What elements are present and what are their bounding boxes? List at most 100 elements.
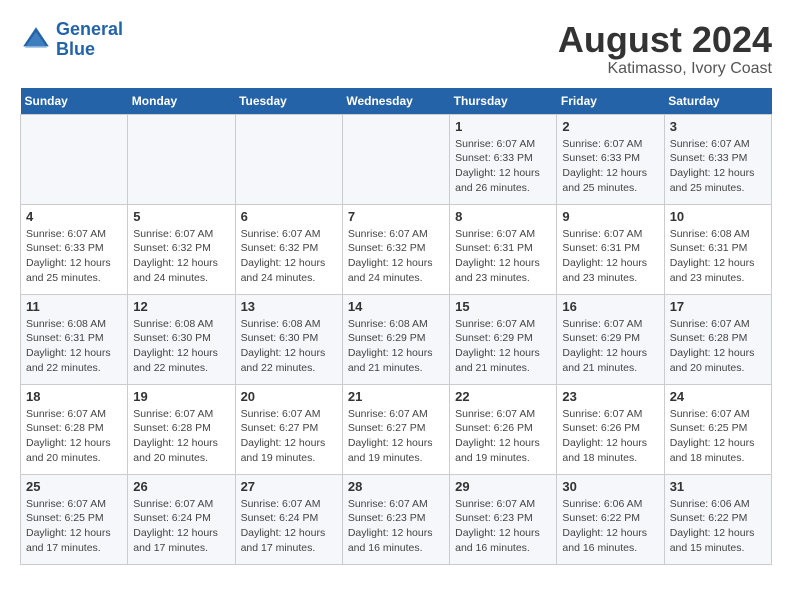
day-number: 13 [241, 299, 337, 314]
calendar-day-cell: 5 Sunrise: 6:07 AM Sunset: 6:32 PM Daylig… [128, 204, 235, 294]
day-info: Sunrise: 6:07 AM Sunset: 6:33 PM Dayligh… [26, 227, 122, 286]
title-area: August 2024 Katimasso, Ivory Coast [558, 20, 772, 78]
day-info: Sunrise: 6:07 AM Sunset: 6:23 PM Dayligh… [348, 497, 444, 556]
day-number: 29 [455, 479, 551, 494]
day-info: Sunrise: 6:07 AM Sunset: 6:25 PM Dayligh… [26, 497, 122, 556]
day-info: Sunrise: 6:07 AM Sunset: 6:24 PM Dayligh… [133, 497, 229, 556]
calendar-week-row: 4 Sunrise: 6:07 AM Sunset: 6:33 PM Daylig… [21, 204, 772, 294]
weekday-header: Tuesday [235, 88, 342, 115]
weekday-header: Monday [128, 88, 235, 115]
day-info: Sunrise: 6:07 AM Sunset: 6:25 PM Dayligh… [670, 407, 766, 466]
day-number: 23 [562, 389, 658, 404]
calendar-day-cell: 26 Sunrise: 6:07 AM Sunset: 6:24 PM Dayli… [128, 474, 235, 564]
day-info: Sunrise: 6:07 AM Sunset: 6:28 PM Dayligh… [26, 407, 122, 466]
calendar-day-cell [128, 114, 235, 204]
weekday-header: Thursday [450, 88, 557, 115]
calendar-day-cell: 7 Sunrise: 6:07 AM Sunset: 6:32 PM Daylig… [342, 204, 449, 294]
day-info: Sunrise: 6:07 AM Sunset: 6:29 PM Dayligh… [562, 317, 658, 376]
calendar-day-cell: 19 Sunrise: 6:07 AM Sunset: 6:28 PM Dayli… [128, 384, 235, 474]
calendar-day-cell: 15 Sunrise: 6:07 AM Sunset: 6:29 PM Dayli… [450, 294, 557, 384]
day-number: 20 [241, 389, 337, 404]
day-number: 15 [455, 299, 551, 314]
calendar-day-cell: 20 Sunrise: 6:07 AM Sunset: 6:27 PM Dayli… [235, 384, 342, 474]
day-info: Sunrise: 6:07 AM Sunset: 6:31 PM Dayligh… [455, 227, 551, 286]
day-info: Sunrise: 6:07 AM Sunset: 6:26 PM Dayligh… [455, 407, 551, 466]
day-info: Sunrise: 6:08 AM Sunset: 6:31 PM Dayligh… [26, 317, 122, 376]
day-info: Sunrise: 6:07 AM Sunset: 6:33 PM Dayligh… [670, 137, 766, 196]
day-info: Sunrise: 6:07 AM Sunset: 6:33 PM Dayligh… [455, 137, 551, 196]
day-number: 11 [26, 299, 122, 314]
day-number: 26 [133, 479, 229, 494]
day-info: Sunrise: 6:08 AM Sunset: 6:30 PM Dayligh… [241, 317, 337, 376]
calendar-day-cell: 23 Sunrise: 6:07 AM Sunset: 6:26 PM Dayli… [557, 384, 664, 474]
calendar-day-cell [342, 114, 449, 204]
calendar-week-row: 25 Sunrise: 6:07 AM Sunset: 6:25 PM Dayli… [21, 474, 772, 564]
calendar-day-cell: 8Sunrise: 6:07 AM Sunset: 6:31 PM Daylig… [450, 204, 557, 294]
day-number: 25 [26, 479, 122, 494]
day-info: Sunrise: 6:07 AM Sunset: 6:27 PM Dayligh… [241, 407, 337, 466]
calendar-day-cell: 11 Sunrise: 6:08 AM Sunset: 6:31 PM Dayli… [21, 294, 128, 384]
day-info: Sunrise: 6:07 AM Sunset: 6:32 PM Dayligh… [348, 227, 444, 286]
day-number: 16 [562, 299, 658, 314]
day-info: Sunrise: 6:07 AM Sunset: 6:33 PM Dayligh… [562, 137, 658, 196]
page-title: August 2024 [558, 20, 772, 60]
calendar-week-row: 18Sunrise: 6:07 AM Sunset: 6:28 PM Dayli… [21, 384, 772, 474]
day-number: 3 [670, 119, 766, 134]
day-number: 12 [133, 299, 229, 314]
day-info: Sunrise: 6:07 AM Sunset: 6:32 PM Dayligh… [133, 227, 229, 286]
page-header: General Blue August 2024 Katimasso, Ivor… [20, 20, 772, 78]
calendar-week-row: 1 Sunrise: 6:07 AM Sunset: 6:33 PM Daylig… [21, 114, 772, 204]
day-info: Sunrise: 6:07 AM Sunset: 6:31 PM Dayligh… [562, 227, 658, 286]
calendar-day-cell: 14 Sunrise: 6:08 AM Sunset: 6:29 PM Dayli… [342, 294, 449, 384]
day-info: Sunrise: 6:07 AM Sunset: 6:27 PM Dayligh… [348, 407, 444, 466]
day-number: 19 [133, 389, 229, 404]
day-number: 5 [133, 209, 229, 224]
calendar-day-cell: 6Sunrise: 6:07 AM Sunset: 6:32 PM Daylig… [235, 204, 342, 294]
calendar-day-cell: 29 Sunrise: 6:07 AM Sunset: 6:23 PM Dayli… [450, 474, 557, 564]
calendar-day-cell [21, 114, 128, 204]
calendar-week-row: 11 Sunrise: 6:08 AM Sunset: 6:31 PM Dayli… [21, 294, 772, 384]
page-subtitle: Katimasso, Ivory Coast [558, 60, 772, 78]
day-info: Sunrise: 6:08 AM Sunset: 6:29 PM Dayligh… [348, 317, 444, 376]
day-info: Sunrise: 6:07 AM Sunset: 6:26 PM Dayligh… [562, 407, 658, 466]
day-number: 1 [455, 119, 551, 134]
logo: General Blue [20, 20, 123, 60]
day-number: 7 [348, 209, 444, 224]
day-info: Sunrise: 6:08 AM Sunset: 6:31 PM Dayligh… [670, 227, 766, 286]
calendar-day-cell: 21 Sunrise: 6:07 AM Sunset: 6:27 PM Dayli… [342, 384, 449, 474]
calendar-day-cell: 10 Sunrise: 6:08 AM Sunset: 6:31 PM Dayli… [664, 204, 771, 294]
day-info: Sunrise: 6:08 AM Sunset: 6:30 PM Dayligh… [133, 317, 229, 376]
calendar-table: SundayMondayTuesdayWednesdayThursdayFrid… [20, 88, 772, 565]
day-info: Sunrise: 6:07 AM Sunset: 6:29 PM Dayligh… [455, 317, 551, 376]
weekday-header-row: SundayMondayTuesdayWednesdayThursdayFrid… [21, 88, 772, 115]
calendar-day-cell: 24 Sunrise: 6:07 AM Sunset: 6:25 PM Dayli… [664, 384, 771, 474]
day-number: 21 [348, 389, 444, 404]
calendar-day-cell: 25 Sunrise: 6:07 AM Sunset: 6:25 PM Dayli… [21, 474, 128, 564]
day-info: Sunrise: 6:07 AM Sunset: 6:23 PM Dayligh… [455, 497, 551, 556]
day-number: 22 [455, 389, 551, 404]
logo-text: General Blue [56, 20, 123, 60]
day-number: 10 [670, 209, 766, 224]
day-number: 6 [241, 209, 337, 224]
day-number: 24 [670, 389, 766, 404]
day-number: 28 [348, 479, 444, 494]
day-info: Sunrise: 6:06 AM Sunset: 6:22 PM Dayligh… [562, 497, 658, 556]
calendar-day-cell: 16 Sunrise: 6:07 AM Sunset: 6:29 PM Dayli… [557, 294, 664, 384]
day-number: 31 [670, 479, 766, 494]
calendar-day-cell: 2Sunrise: 6:07 AM Sunset: 6:33 PM Daylig… [557, 114, 664, 204]
calendar-day-cell: 27 Sunrise: 6:07 AM Sunset: 6:24 PM Dayli… [235, 474, 342, 564]
day-info: Sunrise: 6:07 AM Sunset: 6:24 PM Dayligh… [241, 497, 337, 556]
day-info: Sunrise: 6:07 AM Sunset: 6:28 PM Dayligh… [670, 317, 766, 376]
day-number: 27 [241, 479, 337, 494]
day-number: 4 [26, 209, 122, 224]
calendar-day-cell: 4 Sunrise: 6:07 AM Sunset: 6:33 PM Daylig… [21, 204, 128, 294]
day-number: 17 [670, 299, 766, 314]
weekday-header: Friday [557, 88, 664, 115]
day-info: Sunrise: 6:07 AM Sunset: 6:28 PM Dayligh… [133, 407, 229, 466]
logo-icon [20, 24, 52, 56]
calendar-day-cell: 12 Sunrise: 6:08 AM Sunset: 6:30 PM Dayli… [128, 294, 235, 384]
calendar-day-cell: 3 Sunrise: 6:07 AM Sunset: 6:33 PM Daylig… [664, 114, 771, 204]
calendar-day-cell: 9Sunrise: 6:07 AM Sunset: 6:31 PM Daylig… [557, 204, 664, 294]
day-number: 14 [348, 299, 444, 314]
calendar-day-cell [235, 114, 342, 204]
